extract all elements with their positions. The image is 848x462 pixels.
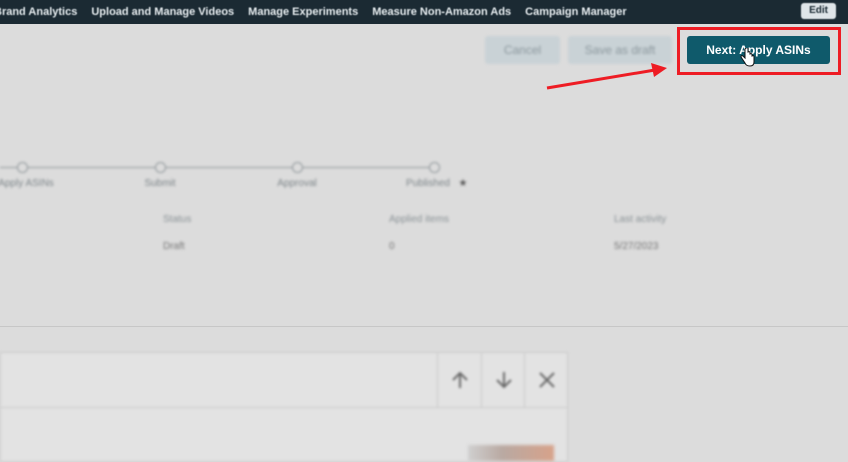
product-image-thumbnail xyxy=(468,445,554,461)
move-up-button[interactable] xyxy=(437,353,482,407)
last-activity-value: 5/27/2023 xyxy=(614,241,659,252)
panel-header xyxy=(1,353,567,408)
nav-measure-non-amazon-ads[interactable]: Measure Non-Amazon Ads xyxy=(372,6,511,18)
step-dot-submit xyxy=(155,162,166,173)
step-label-published: Published xyxy=(406,178,450,189)
hand-cursor-icon xyxy=(740,48,755,67)
nav-manage-experiments[interactable]: Manage Experiments xyxy=(248,6,358,18)
nav-brand-analytics[interactable]: Brand Analytics xyxy=(0,6,77,18)
step-label-apply-asins: Apply ASINs xyxy=(0,178,54,189)
step-dot-published xyxy=(429,162,440,173)
nav-upload-videos[interactable]: Upload and Manage Videos xyxy=(91,6,234,18)
arrow-up-icon xyxy=(452,371,468,388)
arrow-down-icon xyxy=(496,372,512,389)
top-nav-bar: Brand Analytics Upload and Manage Videos… xyxy=(0,0,848,24)
step-label-submit: Submit xyxy=(144,178,176,189)
applied-items-value: 0 xyxy=(389,241,395,252)
step-label-approval: Approval xyxy=(277,178,317,189)
move-down-button[interactable] xyxy=(481,353,526,407)
stepper-line xyxy=(0,167,436,168)
status-label: Status xyxy=(163,214,192,225)
nav-campaign-manager[interactable]: Campaign Manager xyxy=(525,6,626,18)
close-icon xyxy=(539,372,555,388)
progress-stepper: Apply ASINs Submit Approval Published ★ xyxy=(0,160,848,200)
status-value: Draft xyxy=(163,241,185,252)
pointer-arrow-icon xyxy=(546,63,667,90)
section-divider xyxy=(0,326,848,327)
edit-button[interactable]: Edit xyxy=(801,3,836,19)
remove-button[interactable] xyxy=(524,353,569,407)
step-dot-approval xyxy=(292,162,303,173)
last-activity-label: Last activity xyxy=(614,214,667,225)
applied-items-label: Applied items xyxy=(389,214,450,225)
published-star-icon: ★ xyxy=(458,178,468,189)
step-dot-apply-asins xyxy=(17,162,28,173)
highlight-box xyxy=(677,27,841,75)
